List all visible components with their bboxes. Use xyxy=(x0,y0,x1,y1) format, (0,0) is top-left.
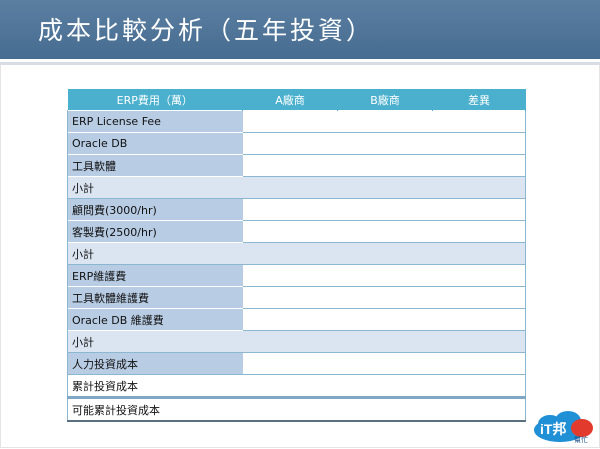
cell-vendor-a[interactable] xyxy=(242,220,338,243)
cell-vendor-a[interactable] xyxy=(242,154,338,177)
ithome-logo: iT邦 幫忙 xyxy=(534,411,593,444)
cell-vendor-b[interactable] xyxy=(337,132,433,155)
logo-text: iT邦 xyxy=(540,421,566,437)
row-label: 人力投資成本 xyxy=(67,352,243,375)
subtotal-label: 小計 xyxy=(67,242,526,265)
row-label: ERP維護費 xyxy=(67,264,243,287)
total-label: 累計投資成本 xyxy=(67,374,526,398)
cell-vendor-b[interactable] xyxy=(337,286,433,309)
header-difference: 差異 xyxy=(432,89,526,111)
cell-vendor-a[interactable] xyxy=(242,198,338,221)
table-row: 工具軟體維護費 xyxy=(67,286,526,309)
table-row: 工具軟體 xyxy=(67,154,526,177)
cell-vendor-b[interactable] xyxy=(337,154,433,177)
cell-vendor-a[interactable] xyxy=(242,352,338,375)
cell-vendor-b[interactable] xyxy=(337,308,433,331)
slide-title-bar: 成本比較分析（五年投資） xyxy=(0,0,600,59)
cell-vendor-b[interactable] xyxy=(337,110,433,133)
subtotal-row: 小計 xyxy=(67,176,526,199)
table-row: Oracle DB 維護費 xyxy=(67,308,526,331)
row-label: 工具軟體 xyxy=(67,154,243,177)
grand-total-label: 可能累計投資成本 xyxy=(67,396,526,422)
cell-vendor-b[interactable] xyxy=(337,264,433,287)
table-row: ERP維護費 xyxy=(67,264,526,287)
cell-difference[interactable] xyxy=(432,154,526,177)
table-row: ERP License Fee xyxy=(67,110,526,133)
cell-difference[interactable] xyxy=(432,308,526,331)
grand-total-row: 可能累計投資成本 xyxy=(67,396,526,422)
row-label: Oracle DB 維護費 xyxy=(67,308,243,331)
cell-vendor-b[interactable] xyxy=(337,220,433,243)
row-label: Oracle DB xyxy=(67,132,243,155)
cell-difference[interactable] xyxy=(432,132,526,155)
row-label: 顧問費(3000/hr) xyxy=(67,198,243,221)
table-header-row: ERP費用（萬） A廠商 B廠商 差異 xyxy=(67,89,526,111)
header-vendor-b: B廠商 xyxy=(337,89,433,111)
subtotal-label: 小計 xyxy=(67,330,526,353)
table-row: 客製費(2500/hr) xyxy=(67,220,526,243)
table-row: Oracle DB xyxy=(67,132,526,155)
cell-difference[interactable] xyxy=(432,286,526,309)
row-label: 工具軟體維護費 xyxy=(67,286,243,309)
row-label: ERP License Fee xyxy=(67,110,243,133)
cell-vendor-a[interactable] xyxy=(242,308,338,331)
cell-difference[interactable] xyxy=(432,352,526,375)
header-vendor-a: A廠商 xyxy=(242,89,338,111)
cell-vendor-a[interactable] xyxy=(242,286,338,309)
cost-comparison-table: ERP費用（萬） A廠商 B廠商 差異 ERP License Fee Orac… xyxy=(67,89,526,422)
cell-difference[interactable] xyxy=(432,198,526,221)
cell-vendor-a[interactable] xyxy=(242,132,338,155)
slide-title: 成本比較分析（五年投資） xyxy=(38,16,375,45)
cell-vendor-a[interactable] xyxy=(242,110,338,133)
subtotal-label: 小計 xyxy=(67,176,526,199)
cell-difference[interactable] xyxy=(432,264,526,287)
table-row: 人力投資成本 xyxy=(67,352,526,375)
table-row: 顧問費(3000/hr) xyxy=(67,198,526,221)
subtotal-row: 小計 xyxy=(67,242,526,265)
total-row: 累計投資成本 xyxy=(67,374,526,398)
row-label: 客製費(2500/hr) xyxy=(67,220,243,243)
cell-difference[interactable] xyxy=(432,110,526,133)
cell-vendor-b[interactable] xyxy=(337,198,433,221)
cell-vendor-a[interactable] xyxy=(242,264,338,287)
cell-vendor-b[interactable] xyxy=(337,352,433,375)
logo-subtext: 幫忙 xyxy=(574,435,588,444)
subtotal-row: 小計 xyxy=(67,330,526,353)
cell-difference[interactable] xyxy=(432,220,526,243)
header-erp-cost: ERP費用（萬） xyxy=(67,89,243,111)
